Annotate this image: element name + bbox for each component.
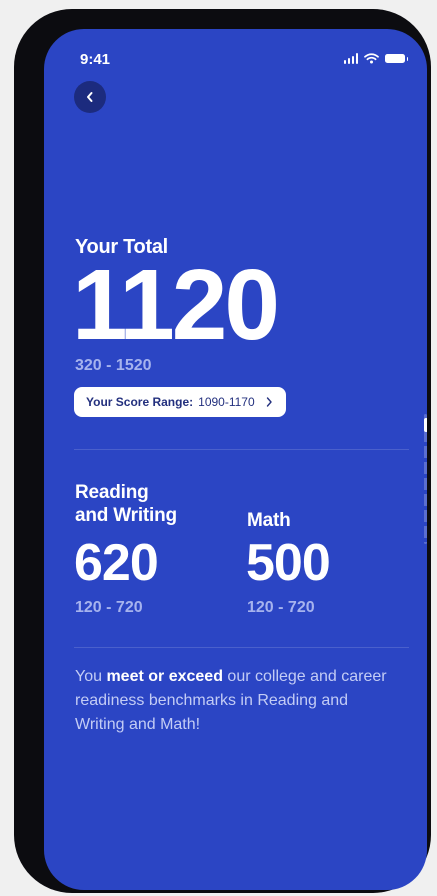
- total-score: 1120: [72, 249, 280, 361]
- math-range: 120 - 720: [247, 599, 315, 616]
- math-score: 500: [246, 534, 331, 592]
- score-range-value: 1090-1170: [198, 395, 255, 409]
- chevron-left-icon: [87, 92, 93, 102]
- reading-writing-title-line1: Reading: [75, 482, 149, 503]
- chevron-right-icon: [266, 397, 272, 407]
- signal-icon: [343, 53, 358, 64]
- reading-writing-title-line2: and Writing: [75, 505, 177, 526]
- status-icons: [343, 53, 408, 64]
- score-screen: 9:41 Your Total 1120 320 - 1520 Your Sco…: [44, 29, 427, 890]
- message-part1: You: [75, 668, 107, 685]
- wifi-icon: [364, 53, 379, 64]
- phone-frame: 9:41 Your Total 1120 320 - 1520 Your Sco…: [14, 9, 431, 893]
- reading-writing-score: 620: [74, 534, 159, 592]
- reading-writing-range: 120 - 720: [75, 599, 143, 616]
- status-time: 9:41: [80, 51, 111, 68]
- scroll-track: [424, 414, 427, 544]
- benchmark-message: You meet or exceed our college and caree…: [75, 665, 395, 737]
- reading-writing-heading: Reading and Writing: [75, 481, 177, 527]
- total-range: 320 - 1520: [75, 357, 152, 374]
- message-emphasis: meet or exceed: [106, 668, 223, 685]
- math-title: Math: [247, 510, 291, 531]
- back-button[interactable]: [74, 81, 106, 113]
- score-range-label: Your Score Range:: [86, 395, 194, 409]
- battery-icon: [385, 54, 408, 63]
- score-range-button[interactable]: Your Score Range: 1090-1170: [74, 387, 286, 417]
- divider: [74, 449, 409, 450]
- math-heading: Math: [247, 509, 291, 532]
- scroll-thumb[interactable]: [424, 418, 427, 432]
- divider: [74, 647, 409, 648]
